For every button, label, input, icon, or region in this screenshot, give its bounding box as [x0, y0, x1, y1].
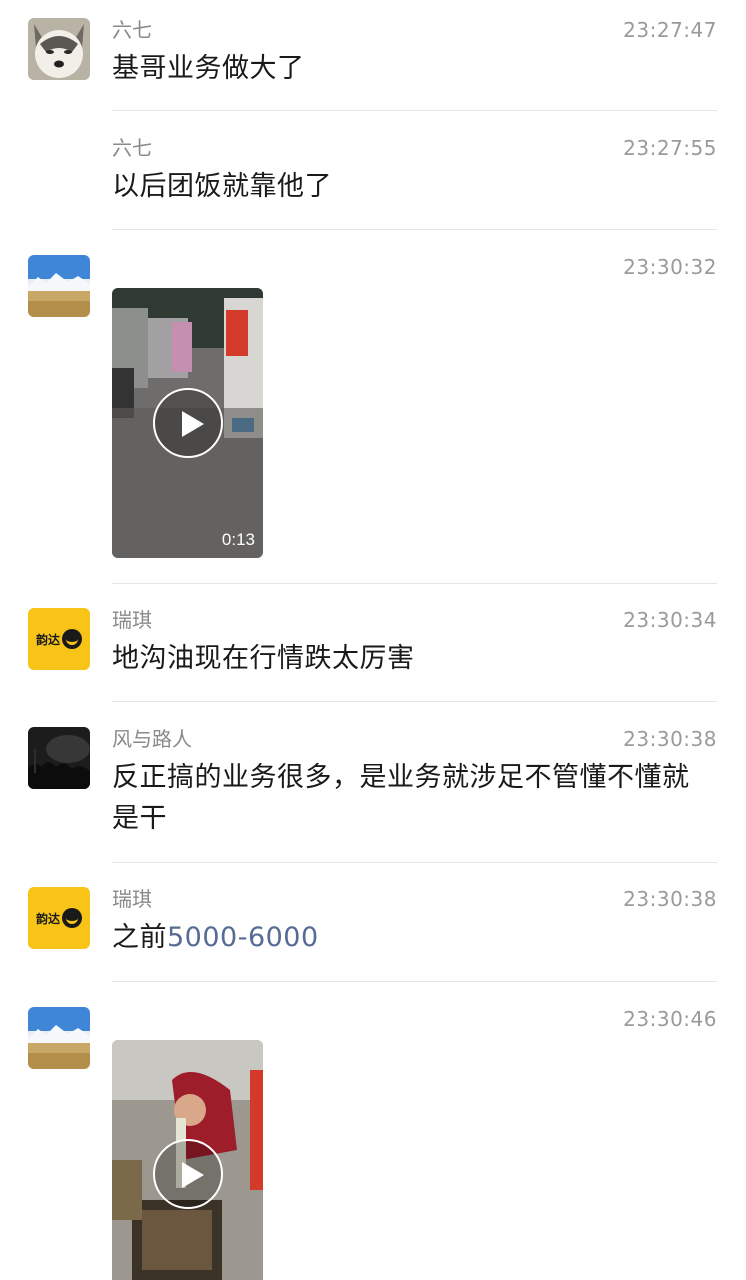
smile-icon — [62, 908, 82, 928]
yunda-logo-avatar[interactable]: 韵达 — [28, 887, 90, 949]
dark-crowd-avatar[interactable] — [28, 727, 90, 789]
message-text[interactable]: 之前5000-6000 — [112, 917, 712, 958]
message-text-line: 反正搞的业务很多，是业务就涉足不管懂不懂就 — [112, 762, 690, 793]
message-time: 23:27:55 — [623, 136, 717, 160]
message-text[interactable]: 基哥业务做大了 — [112, 48, 712, 89]
divider — [112, 862, 717, 863]
video-thumbnail[interactable] — [112, 1040, 263, 1280]
message-text[interactable]: 地沟油现在行情跌太厉害 — [112, 638, 712, 679]
yunda-logo-text: 韵达 — [35, 911, 60, 926]
message-text-prefix: 之前 — [112, 922, 167, 953]
phone-number-link[interactable]: 5000-6000 — [167, 922, 319, 953]
video-duration: 0:13 — [221, 530, 255, 549]
video-thumbnail[interactable]: 0:13 — [112, 288, 263, 558]
yunda-logo-avatar[interactable]: 韵达 — [28, 608, 90, 670]
message-time: 23:27:47 — [623, 18, 717, 42]
play-icon[interactable] — [152, 1139, 223, 1209]
message-time: 23:30:38 — [623, 887, 717, 911]
message-time: 23:30:32 — [623, 255, 717, 279]
sender-name: 六七 — [112, 18, 152, 42]
message-text[interactable]: 以后团饭就靠他了 — [112, 166, 712, 207]
play-icon[interactable] — [152, 388, 223, 458]
landscape-avatar[interactable] — [28, 1007, 90, 1069]
divider — [112, 981, 717, 982]
divider — [112, 583, 717, 584]
sender-name: 瑞琪 — [112, 608, 152, 632]
divider — [112, 701, 717, 702]
message-time: 23:30:46 — [623, 1007, 717, 1031]
sender-name: 瑞琪 — [112, 887, 152, 911]
message-time: 23:30:34 — [623, 608, 717, 632]
landscape-avatar[interactable] — [28, 255, 90, 317]
message-text[interactable]: 反正搞的业务很多，是业务就涉足不管懂不懂就 是干 — [112, 757, 722, 839]
sender-name: 风与路人 — [112, 727, 192, 751]
husky-avatar[interactable] — [28, 18, 90, 80]
sender-name: 六七 — [112, 136, 152, 160]
message-time: 23:30:38 — [623, 727, 717, 751]
message-text-line: 是干 — [112, 803, 167, 834]
yunda-logo-text: 韵达 — [35, 632, 60, 647]
smile-icon — [62, 629, 82, 649]
divider — [112, 229, 717, 230]
divider — [112, 110, 717, 111]
